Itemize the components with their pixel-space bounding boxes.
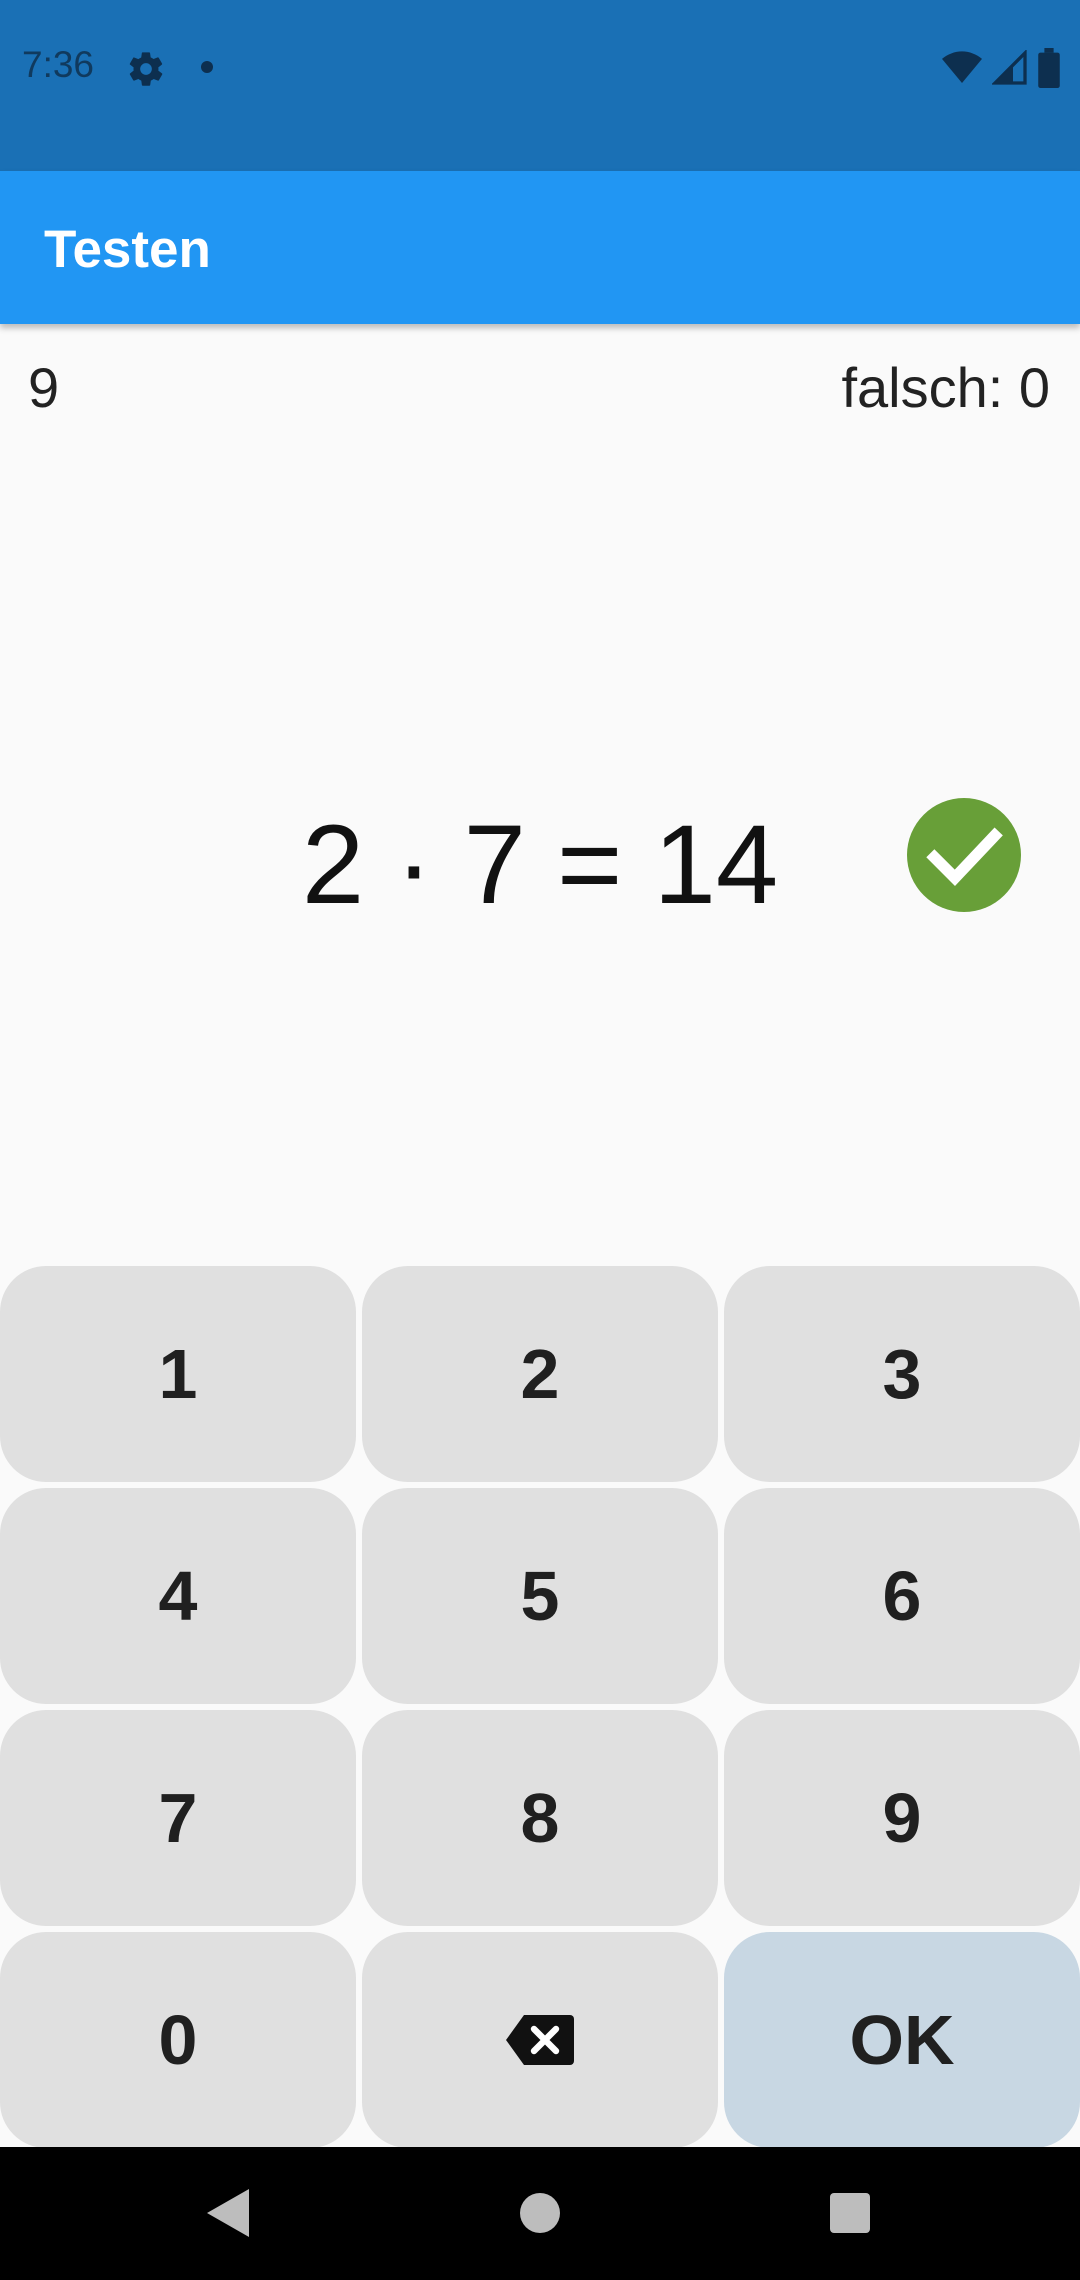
wrong-counter: falsch: 0 (841, 356, 1050, 419)
key-4[interactable]: 4 (0, 1488, 356, 1704)
battery-icon (1038, 48, 1060, 88)
home-icon[interactable] (520, 2193, 560, 2233)
key-9[interactable]: 9 (724, 1710, 1080, 1926)
number-keypad: 1 2 3 4 5 6 7 8 9 0 OK (0, 1266, 1080, 2148)
backspace-icon (506, 2015, 574, 2065)
key-2[interactable]: 2 (362, 1266, 718, 1482)
question-counter: 9 (28, 356, 60, 419)
recents-icon[interactable] (830, 2193, 870, 2233)
page-title: Testen (44, 220, 211, 279)
key-5[interactable]: 5 (362, 1488, 718, 1704)
check-circle-icon (907, 798, 1021, 912)
notification-dot-icon (201, 61, 213, 73)
back-icon[interactable] (205, 2187, 251, 2239)
gear-icon (129, 52, 163, 86)
ok-button[interactable]: OK (724, 1932, 1080, 2148)
status-bar: 7:36 (0, 0, 1080, 171)
wifi-icon (942, 51, 982, 83)
key-6[interactable]: 6 (724, 1488, 1080, 1704)
status-icons (942, 47, 1060, 89)
key-0[interactable]: 0 (0, 1932, 356, 2148)
status-time: 7:36 (22, 44, 95, 85)
cell-signal-icon (992, 50, 1027, 85)
app-bar: Testen (0, 171, 1080, 324)
key-8[interactable]: 8 (362, 1710, 718, 1926)
backspace-button[interactable] (362, 1932, 718, 2148)
key-1[interactable]: 1 (0, 1266, 356, 1482)
key-3[interactable]: 3 (724, 1266, 1080, 1482)
key-7[interactable]: 7 (0, 1710, 356, 1926)
system-nav-bar (0, 2147, 1080, 2280)
